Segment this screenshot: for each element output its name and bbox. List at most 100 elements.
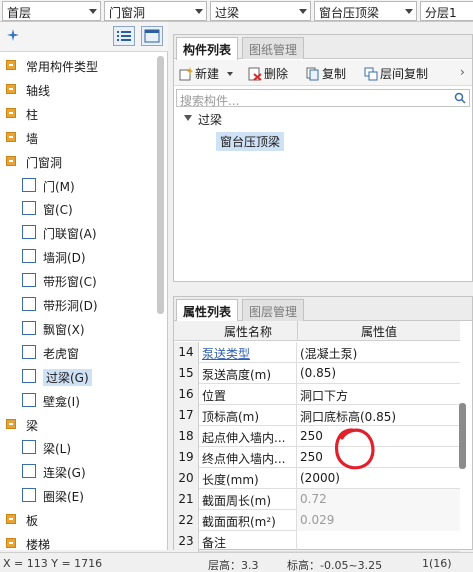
component-search-input[interactable]: 搜索构件... (176, 89, 470, 108)
property-row[interactable]: 20 长度(mm) (2000) (174, 468, 460, 489)
property-row[interactable]: 17 顶标高(m) 洞口底标高(0.85) (174, 405, 460, 426)
tree-item-label: 板 (26, 514, 39, 529)
tree-item-label: 梁 (26, 418, 39, 433)
tree-item[interactable]: 轴线 (0, 78, 155, 100)
tree-item-label: 轴线 (26, 83, 51, 98)
property-row[interactable]: 19 终点伸入墙内... 250 (174, 447, 460, 468)
property-value[interactable] (297, 531, 460, 552)
property-name[interactable]: 泵送类型 (199, 342, 297, 363)
tree-item[interactable]: 门(M) (0, 174, 155, 196)
strip-window-icon (22, 273, 36, 288)
property-row[interactable]: 22 截面面积(m²) 0.029 (174, 510, 460, 531)
tree-item[interactable]: 过梁(G) (0, 365, 155, 387)
new-button[interactable]: 新建 (179, 65, 233, 82)
new-icon (179, 67, 193, 81)
component-select[interactable]: 窗台压顶梁 (314, 1, 417, 21)
property-name: 截面面积(m²) (199, 510, 297, 531)
tree-item-label: 门窗洞 (26, 155, 63, 170)
property-row[interactable]: 15 泵送高度(m) (0.85) (174, 363, 460, 384)
sparkle-icon[interactable] (6, 28, 20, 42)
property-name: 备注 (199, 531, 297, 552)
floor-select[interactable]: 首层 (2, 1, 101, 21)
tree-item[interactable]: 墙 (0, 126, 155, 148)
tree-item[interactable]: 门窗洞 (0, 150, 155, 172)
tree-item[interactable]: 飘窗(X) (0, 317, 155, 339)
property-value[interactable]: (0.85) (297, 363, 460, 384)
property-value[interactable]: 洞口底标高(0.85) (297, 405, 460, 426)
tree-item[interactable]: 梁(L) (0, 436, 155, 458)
property-name: 顶标高(m) (199, 405, 297, 426)
tree-item-label: 门(M) (43, 179, 75, 194)
tree-item-label: 飘窗(X) (43, 322, 85, 337)
property-row[interactable]: 18 起点伸入墙内... 250 (174, 426, 460, 447)
tab-drawing-management[interactable]: 图纸管理 (242, 37, 305, 59)
tree-item[interactable]: 板 (0, 508, 155, 530)
tree-item-label: 圈梁(E) (43, 490, 84, 505)
tree-item[interactable]: 老虎窗 (0, 341, 155, 363)
property-value[interactable]: 0.72 (297, 489, 460, 510)
tree-item[interactable]: 壁龛(I) (0, 389, 155, 411)
tab-property-list[interactable]: 属性列表 (176, 299, 239, 322)
panel-view-button[interactable] (141, 26, 163, 46)
component-actions-bar: 新建 删除 复制 层间复制 › (174, 60, 472, 86)
property-scrollbar[interactable] (459, 403, 466, 469)
tree-item[interactable]: 柱 (0, 102, 155, 124)
tree-item-label: 梁(L) (43, 442, 72, 457)
category-select-value: 门窗洞 (109, 6, 146, 20)
strip-hole-icon (22, 297, 36, 311)
property-value[interactable]: 0.029 (297, 510, 460, 531)
component-group-label[interactable]: 过梁 (198, 111, 222, 128)
tree-item[interactable]: 墙洞(D) (0, 245, 155, 267)
more-actions-icon[interactable]: › (460, 65, 465, 79)
property-list-panel: 属性列表 图层管理 属性名称 属性值 14 泵送类型 (混凝土泵) 15 泵送高度(m)… (173, 296, 473, 552)
tab-layer-management[interactable]: 图层管理 (242, 299, 305, 321)
property-row[interactable]: 14 泵送类型 (混凝土泵) (174, 342, 460, 363)
tree-item[interactable]: 门联窗(A) (0, 221, 155, 243)
component-item-lintel[interactable]: 窗台压顶梁 (216, 132, 285, 151)
property-value[interactable]: 250 (297, 426, 460, 447)
tree-scrollbar[interactable] (157, 56, 164, 314)
tree-item-label: 柱 (26, 107, 39, 122)
copy-icon (306, 67, 319, 81)
tree-item[interactable]: 带形窗(C) (0, 269, 155, 291)
property-name: 长度(mm) (199, 468, 297, 489)
collapse-triangle-icon[interactable] (184, 115, 192, 121)
component-type-select[interactable]: 过梁 (210, 1, 311, 21)
property-row[interactable]: 16 位置 洞口下方 (174, 384, 460, 405)
tree-item[interactable]: 圈梁(E) (0, 484, 155, 506)
property-table-header: 属性名称 属性值 (174, 321, 460, 341)
chevron-down-icon (195, 9, 203, 14)
list-view-button[interactable] (113, 26, 135, 46)
property-row-number: 15 (174, 363, 199, 384)
search-icon[interactable] (454, 92, 466, 104)
property-value[interactable]: 250 (297, 447, 460, 468)
property-row[interactable]: 23 备注 (174, 531, 460, 552)
property-row-number: 14 (174, 342, 199, 363)
copy-button[interactable]: 复制 (306, 65, 346, 82)
door-icon (22, 177, 36, 192)
property-row-number: 18 (174, 426, 199, 447)
search-placeholder: 搜索构件... (180, 94, 240, 108)
tree-item[interactable]: 带形洞(D) (0, 293, 155, 315)
tree-item[interactable]: 常用构件类型 (0, 54, 155, 76)
component-list-tree: 过梁 窗台压顶梁 (174, 109, 472, 279)
tab-component-list[interactable]: 构件列表 (176, 37, 239, 60)
property-value[interactable]: (混凝土泵) (297, 342, 460, 363)
status-elevation: 标高：-0.05~3.25 (287, 559, 383, 572)
beam-icon (22, 440, 36, 455)
folder-icon (6, 538, 16, 548)
layer-select[interactable]: 分层1 (420, 1, 473, 21)
delete-button[interactable]: 删除 (248, 65, 288, 82)
tree-item[interactable]: 窗(C) (0, 197, 155, 219)
status-floor-height: 层高：3.3 (208, 559, 259, 572)
list-icon (117, 31, 131, 41)
property-value[interactable]: 洞口下方 (297, 384, 460, 405)
property-value[interactable]: (2000) (297, 468, 460, 489)
property-row[interactable]: 21 截面周长(m) 0.72 (174, 489, 460, 510)
tree-item[interactable]: 楼梯 (0, 532, 155, 550)
tree-item[interactable]: 连梁(G) (0, 460, 155, 482)
floor-copy-button[interactable]: 层间复制 (364, 65, 428, 82)
tree-item[interactable]: 梁 (0, 413, 155, 435)
component-select-value: 窗台压顶梁 (319, 6, 380, 20)
category-select[interactable]: 门窗洞 (104, 1, 207, 21)
